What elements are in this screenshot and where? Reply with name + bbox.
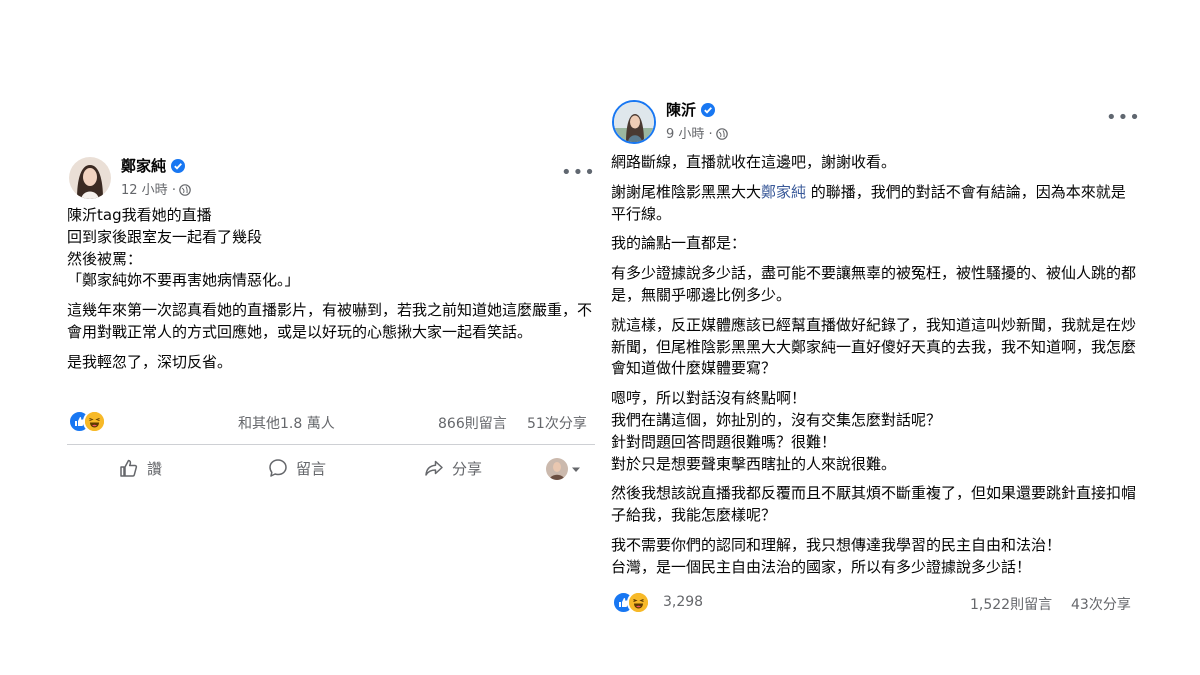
post-paragraph: 有多少證據說多少話，盡可能不要讓無辜的被冤枉，被性騷擾的、被仙人跳的都是，無關乎…: [611, 264, 1137, 304]
comment-button[interactable]: 留言: [268, 458, 326, 479]
post-paragraph: 是我輕忽了，深切反省。: [67, 352, 233, 371]
post-meta: 12 小時 ·: [121, 179, 191, 198]
like-button[interactable]: 讚: [119, 458, 162, 479]
right-post: 陳沂 9 小時 · ••• 網路斷線，直播就收在這邊吧，謝謝收看。 謝謝尾椎陰影…: [608, 95, 1140, 615]
post-time[interactable]: 12 小時: [121, 183, 168, 198]
reaction-summary[interactable]: 和其他1.8 萬人: [238, 413, 335, 433]
verified-icon: [701, 103, 716, 117]
post-meta: 9 小時 ·: [666, 123, 728, 142]
post-paragraph: 陳沂tag我看她的直播 回到家後跟室友一起看了幾段 然後被罵： 「鄭家純妳不要再…: [67, 206, 300, 290]
comment-count[interactable]: 866則留言: [438, 413, 507, 433]
like-label[interactable]: 讚: [147, 460, 162, 478]
author-name[interactable]: 鄭家純: [121, 155, 186, 176]
author-avatar[interactable]: [612, 100, 656, 144]
post-body: 陳沂tag我看她的直播 回到家後跟室友一起看了幾段 然後被罵： 「鄭家純妳不要再…: [67, 205, 597, 382]
reaction-audience-avatar[interactable]: [546, 458, 568, 480]
share-count[interactable]: 43次分享: [1071, 594, 1131, 614]
text-span: 謝謝尾椎陰影黑黑大大: [611, 182, 762, 201]
share-label[interactable]: 分享: [452, 460, 482, 478]
comment-count[interactable]: 1,522則留言: [970, 594, 1052, 614]
share-button[interactable]: 分享: [424, 458, 482, 479]
globe-icon: [715, 128, 728, 140]
author-avatar[interactable]: [69, 157, 111, 199]
post-paragraph-with-mention: 謝謝尾椎陰影黑黑大大鄭家純 的聯播，我們的對話不會有結論，因為本來就是平行線。: [611, 182, 1139, 226]
verified-icon: [171, 159, 186, 173]
divider: [67, 444, 595, 445]
share-icon: [425, 460, 443, 476]
more-options-button[interactable]: •••: [561, 162, 596, 183]
post-paragraph: 就這樣，反正媒體應該已經幫直播做好紀錄了，我知道這叫炒新聞，我就是在炒新聞，但尾…: [611, 315, 1137, 378]
author-name-text[interactable]: 陳沂: [666, 101, 696, 119]
mention-link[interactable]: 鄭家純: [761, 183, 806, 201]
thumbs-up-icon: [120, 459, 138, 477]
haha-reaction-icon: [83, 410, 106, 433]
globe-icon: [179, 184, 191, 196]
author-name-text[interactable]: 鄭家純: [121, 157, 166, 175]
chevron-down-icon[interactable]: [571, 466, 581, 474]
post-body: 網路斷線，直播就收在這邊吧，謝謝收看。 謝謝尾椎陰影黑黑大大鄭家純 的聯播，我們…: [611, 152, 1139, 587]
comment-label[interactable]: 留言: [296, 460, 326, 478]
comment-icon: [269, 459, 287, 477]
post-paragraph: 這幾年來第一次認真看她的直播影片，有被嚇到，若我之前知道她這麼嚴重，不會用對戰正…: [67, 301, 593, 341]
haha-reaction-icon: [627, 591, 650, 614]
post-paragraph: 我不需要你們的認同和理解，我只想傳達我學習的民主自由和法治！ 台灣，是一個民主自…: [611, 535, 1062, 576]
author-name[interactable]: 陳沂: [666, 99, 716, 120]
post-paragraph: 我的論點一直都是：: [611, 234, 747, 253]
left-post: 鄭家純 12 小時 · ••• 陳沂tag我看她的直播 回到家後跟室友一起看了幾…: [64, 150, 604, 495]
more-options-button[interactable]: •••: [1106, 107, 1141, 128]
post-paragraph: 然後我想該說直播我都反覆而且不厭其煩不斷重複了，但如果還要跳針直接扣帽子給我，我…: [611, 484, 1137, 525]
post-time[interactable]: 9 小時: [666, 127, 704, 142]
reaction-count[interactable]: 3,298: [663, 594, 703, 610]
post-paragraph: 網路斷線，直播就收在這邊吧，謝謝收看。: [611, 153, 897, 171]
share-count[interactable]: 51次分享: [527, 413, 587, 433]
post-paragraph: 嗯哼，所以對話沒有終點啊！ 我們在講這個，妳扯別的，沒有交集怎麼對話呢？ 針對問…: [611, 389, 942, 473]
